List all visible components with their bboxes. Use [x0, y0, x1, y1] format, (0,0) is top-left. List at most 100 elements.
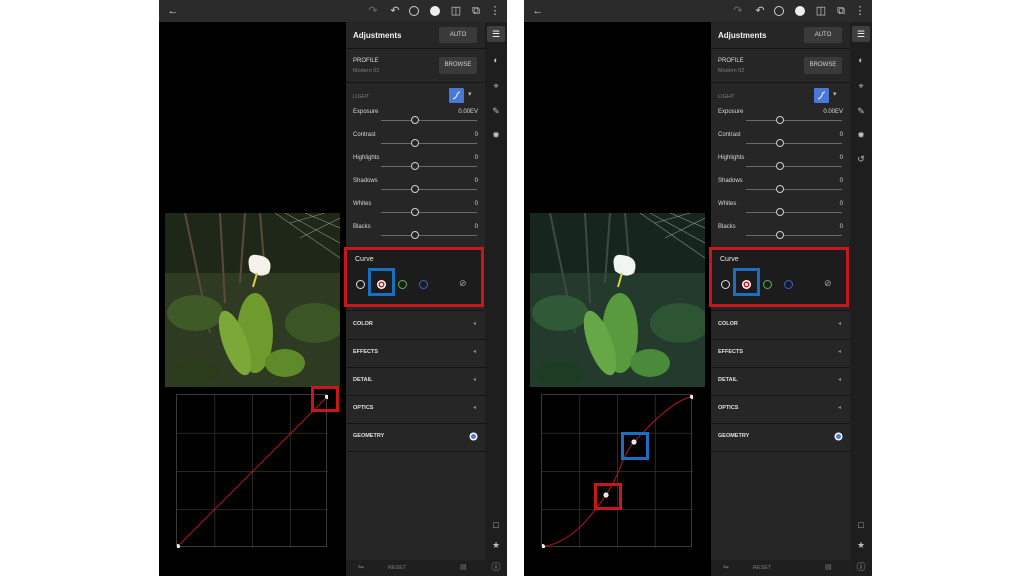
copy-settings-icon[interactable]: ▤: [825, 563, 832, 571]
geometry-active-dot-icon: [471, 434, 476, 439]
versions-icon[interactable]: ↺: [854, 152, 868, 166]
highlight-curve-panel: [344, 247, 484, 307]
edit-sliders-icon[interactable]: ☰: [489, 27, 503, 41]
top-toolbar: ← ↷ ↶ ◫ ⧉ ⋮: [524, 0, 872, 22]
slider-thumb-exposure[interactable]: [776, 116, 784, 124]
comment-icon[interactable]: □: [854, 518, 868, 532]
curve-point-white[interactable]: [689, 395, 693, 400]
slider-track-blacks: [746, 235, 842, 236]
photo-viewport: [159, 22, 346, 576]
slider-label-whites: Whites: [718, 201, 737, 207]
divider: [711, 82, 850, 83]
slider-thumb-highlights[interactable]: [776, 162, 784, 170]
slider-thumb-highlights[interactable]: [411, 162, 419, 170]
browse-button[interactable]: BROWSE: [804, 57, 842, 74]
compare-icon[interactable]: ◫: [813, 3, 829, 19]
redo-icon[interactable]: ↷: [365, 3, 381, 19]
divider: [346, 451, 485, 452]
info-icon[interactable]: ⓘ: [489, 560, 503, 574]
section-geometry[interactable]: GEOMETRY: [346, 423, 485, 451]
share-icon[interactable]: ⧉: [833, 3, 849, 19]
help-icon[interactable]: [409, 6, 419, 16]
slider-thumb-shadows[interactable]: [411, 185, 419, 193]
done-check-icon[interactable]: [795, 6, 805, 16]
tone-curve-graph[interactable]: [176, 394, 328, 548]
panel-title: Adjustments: [353, 31, 402, 40]
more-icon[interactable]: ⋮: [487, 3, 503, 19]
more-icon[interactable]: ⋮: [852, 3, 868, 19]
slider-thumb-blacks[interactable]: [411, 231, 419, 239]
back-arrow-icon[interactable]: ←: [165, 3, 181, 19]
light-section-label: LIGHT: [718, 94, 735, 100]
masking-icon[interactable]: ✹: [854, 128, 868, 142]
section-color[interactable]: COLOR ◂: [346, 311, 485, 339]
crop-icon[interactable]: ⌖: [854, 79, 868, 93]
info-icon[interactable]: ⓘ: [854, 560, 868, 574]
section-optics[interactable]: OPTICS ◂: [346, 395, 485, 423]
healing-icon[interactable]: ✎: [854, 104, 868, 118]
slider-label-highlights: Highlights: [718, 155, 745, 161]
slider-thumb-whites[interactable]: [411, 208, 419, 216]
slider-track-highlights: [746, 166, 842, 167]
compare-icon[interactable]: ◫: [448, 3, 464, 19]
auto-button[interactable]: AUTO: [804, 27, 842, 43]
chevron-down-icon[interactable]: ▾: [833, 90, 837, 98]
undo-icon[interactable]: ↶: [387, 3, 403, 19]
section-detail[interactable]: DETAIL ◂: [346, 367, 485, 395]
section-effects[interactable]: EFFECTS ◂: [711, 339, 850, 367]
profile-value: Modern 02: [718, 68, 745, 74]
slider-value-shadows: 0: [839, 178, 843, 184]
light-section-label: LIGHT: [353, 94, 370, 100]
presets-icon[interactable]: ◐: [854, 53, 868, 67]
section-detail[interactable]: DETAIL ◂: [711, 367, 850, 395]
section-optics[interactable]: OPTICS ◂: [711, 395, 850, 423]
slider-thumb-exposure[interactable]: [411, 116, 419, 124]
healing-icon[interactable]: ✎: [489, 104, 503, 118]
share-icon[interactable]: ⧉: [468, 3, 484, 19]
slider-thumb-blacks[interactable]: [776, 231, 784, 239]
slider-value-exposure: 0.00EV: [823, 109, 843, 115]
chevron-left-icon: ◂: [837, 321, 841, 327]
curve-point-black[interactable]: [542, 543, 546, 548]
profile-label: PROFILE: [353, 58, 379, 64]
help-icon[interactable]: [774, 6, 784, 16]
profile-value: Modern 02: [353, 68, 380, 74]
adjustments-panel: Adjustments AUTO PROFILE Modern 02 BROWS…: [709, 22, 850, 576]
copy-settings-icon[interactable]: ▤: [460, 563, 467, 571]
panel-bottom-bar: ⇋ RESET ▤: [346, 560, 485, 576]
comment-icon[interactable]: □: [489, 518, 503, 532]
auto-button[interactable]: AUTO: [439, 27, 477, 43]
browse-button[interactable]: BROWSE: [439, 57, 477, 74]
section-geometry[interactable]: GEOMETRY: [711, 423, 850, 451]
curve-toggle-button[interactable]: [449, 88, 464, 103]
redo-icon[interactable]: ↷: [730, 3, 746, 19]
chevron-down-icon[interactable]: ▾: [468, 90, 472, 98]
slider-thumb-whites[interactable]: [776, 208, 784, 216]
crop-icon[interactable]: ⌖: [489, 79, 503, 93]
star-icon[interactable]: ★: [489, 538, 503, 552]
slider-thumb-shadows[interactable]: [776, 185, 784, 193]
slider-thumb-contrast[interactable]: [776, 139, 784, 147]
reset-button[interactable]: RESET: [388, 565, 406, 571]
highlight-red-channel: [368, 268, 395, 296]
slider-value-exposure: 0.00EV: [458, 109, 478, 115]
slider-label-exposure: Exposure: [353, 109, 379, 115]
curve-toggle-button[interactable]: [814, 88, 829, 103]
reset-button[interactable]: RESET: [753, 565, 771, 571]
highlight-red-channel: [733, 268, 760, 296]
slider-thumb-contrast[interactable]: [411, 139, 419, 147]
adjustments-panel: Adjustments AUTO PROFILE Modern 02 BROWS…: [344, 22, 485, 576]
masking-icon[interactable]: ✹: [489, 128, 503, 142]
section-color[interactable]: COLOR ◂: [711, 311, 850, 339]
undo-icon[interactable]: ↶: [752, 3, 768, 19]
back-arrow-icon[interactable]: ←: [530, 3, 546, 19]
previous-settings-icon[interactable]: ⇋: [358, 563, 364, 571]
section-optics-label: OPTICS: [353, 405, 374, 411]
presets-icon[interactable]: ◐: [489, 53, 503, 67]
edit-sliders-icon[interactable]: ☰: [854, 27, 868, 41]
tone-curve-graph[interactable]: [541, 394, 693, 548]
done-check-icon[interactable]: [430, 6, 440, 16]
previous-settings-icon[interactable]: ⇋: [723, 563, 729, 571]
star-icon[interactable]: ★: [854, 538, 868, 552]
section-effects[interactable]: EFFECTS ◂: [346, 339, 485, 367]
